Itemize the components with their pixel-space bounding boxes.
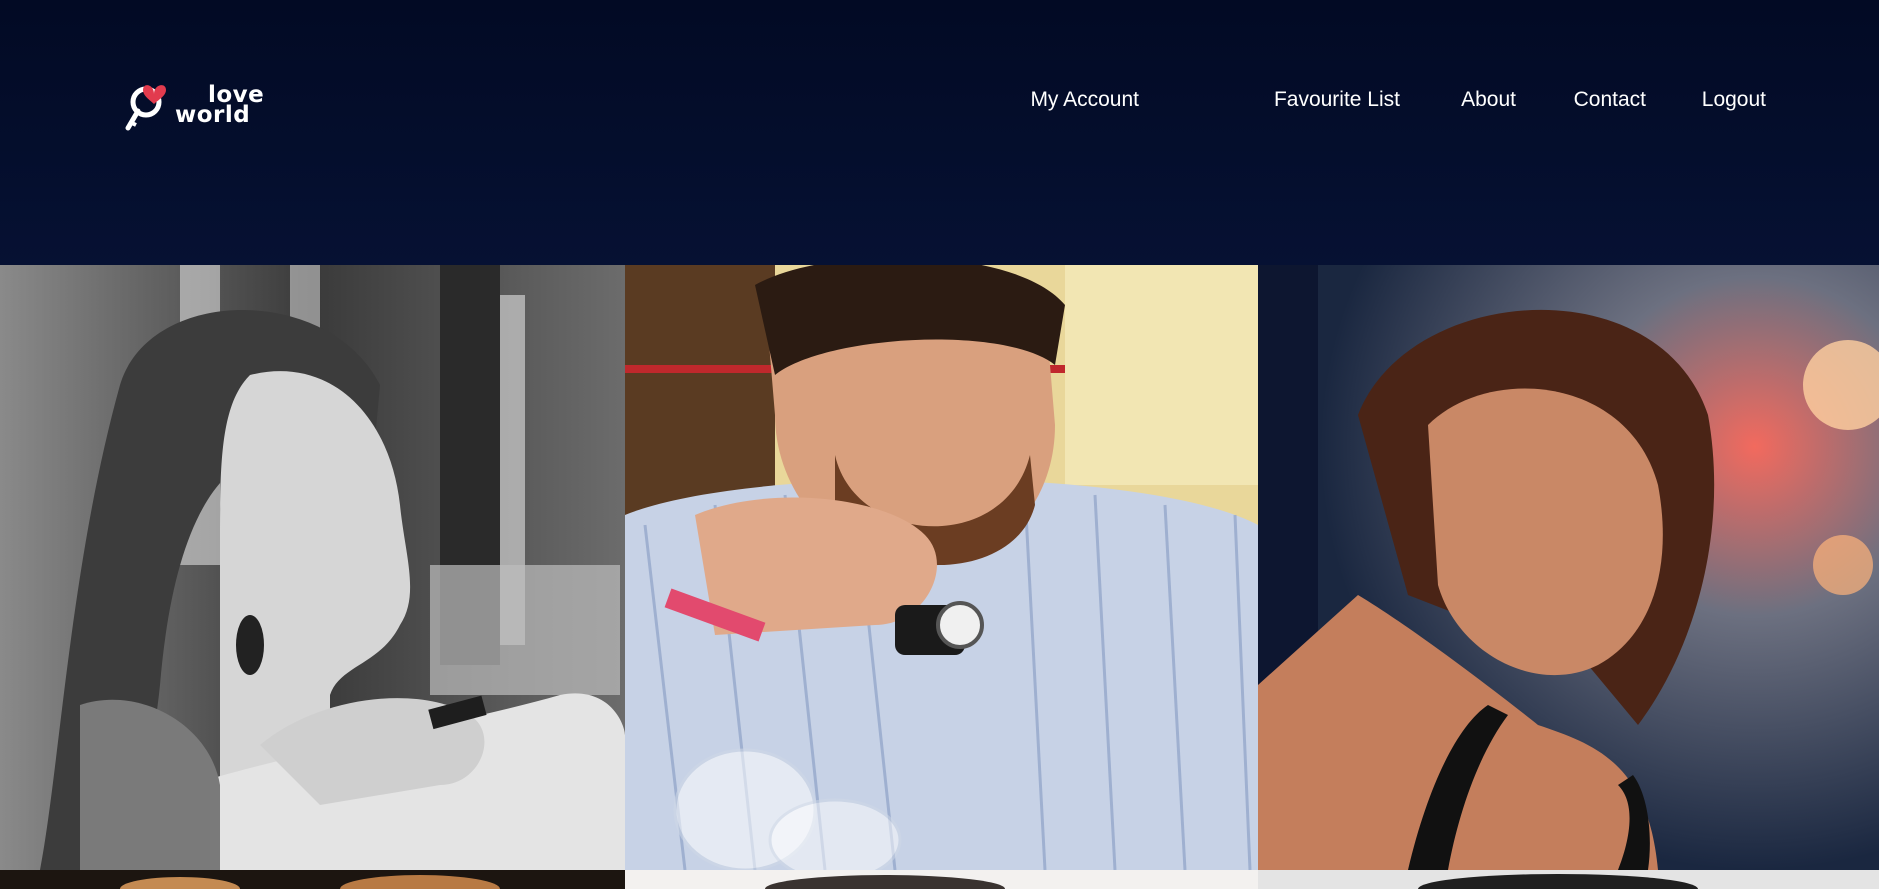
profile-photo bbox=[625, 870, 1258, 889]
nav-logout[interactable]: Logout bbox=[1702, 88, 1766, 112]
profile-photo bbox=[1258, 265, 1879, 870]
photo-tile-partial-3[interactable] bbox=[1258, 870, 1879, 889]
site-header: love world My Account Favourite List Abo… bbox=[0, 0, 1879, 265]
nav-favourite-list[interactable]: Favourite List bbox=[1274, 88, 1400, 112]
profile-photo bbox=[1258, 870, 1879, 889]
key-heart-icon bbox=[125, 85, 166, 131]
profile-photo bbox=[625, 265, 1258, 870]
nav-my-account[interactable]: My Account bbox=[1030, 88, 1139, 112]
nav-about[interactable]: About bbox=[1461, 88, 1516, 112]
photo-tile-woman-looking-down[interactable] bbox=[1258, 265, 1879, 870]
logo-text-world: world bbox=[175, 102, 251, 128]
profile-photo bbox=[0, 870, 625, 889]
photo-gallery bbox=[0, 265, 1879, 889]
photo-tile-partial-2[interactable] bbox=[625, 870, 1258, 889]
photo-tile-man-striped-shirt[interactable] bbox=[625, 265, 1258, 870]
photo-tile-woman-profile[interactable] bbox=[0, 265, 625, 870]
profile-photo bbox=[0, 265, 625, 870]
nav-contact[interactable]: Contact bbox=[1574, 88, 1646, 112]
site-logo[interactable]: love world bbox=[124, 72, 274, 134]
photo-tile-partial-1[interactable] bbox=[0, 870, 625, 889]
